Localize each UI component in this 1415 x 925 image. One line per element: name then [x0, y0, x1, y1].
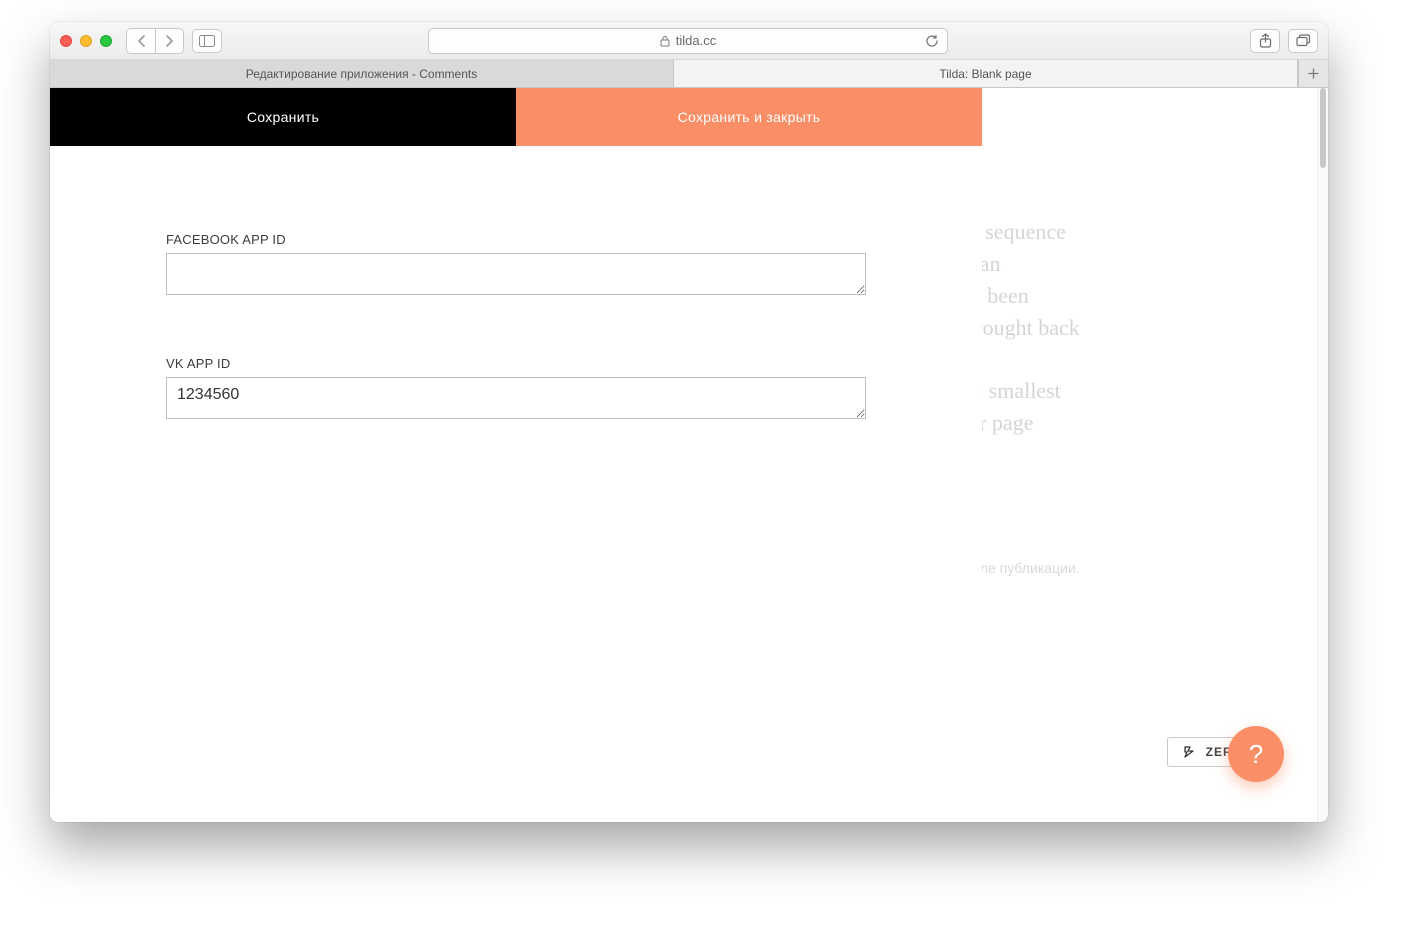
chevron-left-icon [137, 35, 146, 47]
facebook-app-id-label: FACEBOOK APP ID [166, 232, 866, 247]
page-viewport: Book design is the art of incorporating … [50, 88, 1328, 822]
titlebar: tilda.cc [50, 22, 1328, 60]
save-button[interactable]: Сохранить [50, 88, 516, 146]
share-icon [1259, 33, 1272, 48]
tab-1[interactable]: Tilda: Blank page [674, 60, 1298, 87]
chevron-right-icon [165, 35, 174, 47]
scrollbar[interactable] [1317, 88, 1328, 822]
reload-icon [925, 34, 939, 48]
panel-header: Сохранить Сохранить и закрыть [50, 88, 982, 146]
help-fab[interactable]: ? [1228, 726, 1284, 782]
tab-strip: Редактирование приложения - Comments Til… [50, 60, 1328, 88]
tab-label: Редактирование приложения - Comments [246, 67, 478, 81]
field-vk-app-id: VK APP ID [166, 356, 866, 424]
nav-back-forward [126, 28, 184, 54]
minimize-window-button[interactable] [80, 35, 92, 47]
settings-panel: Сохранить Сохранить и закрыть FACEBOOK A… [50, 88, 982, 822]
vk-app-id-label: VK APP ID [166, 356, 866, 371]
question-icon: ? [1249, 739, 1263, 770]
share-button[interactable] [1250, 29, 1280, 53]
tab-label: Tilda: Blank page [939, 67, 1031, 81]
field-facebook-app-id: FACEBOOK APP ID [166, 232, 866, 300]
plus-icon [1308, 68, 1319, 79]
sidebar-icon [199, 35, 215, 47]
address-bar[interactable]: tilda.cc [428, 28, 948, 54]
facebook-app-id-input[interactable] [166, 253, 866, 295]
zoom-window-button[interactable] [100, 35, 112, 47]
reload-button[interactable] [925, 34, 939, 48]
lock-icon [660, 35, 670, 47]
panel-body: FACEBOOK APP ID VK APP ID [50, 146, 982, 822]
browser-window: tilda.cc Редактирование приложения - Com… [50, 22, 1328, 822]
show-tabs-button[interactable] [1288, 29, 1318, 53]
tab-0[interactable]: Редактирование приложения - Comments [50, 60, 674, 87]
sidebar-toggle-button[interactable] [192, 29, 222, 53]
close-window-button[interactable] [60, 35, 72, 47]
new-tab-button[interactable] [1298, 60, 1328, 87]
forward-button[interactable] [155, 29, 183, 53]
url-host: tilda.cc [676, 33, 716, 48]
scrollbar-thumb[interactable] [1320, 88, 1326, 168]
window-controls [60, 35, 112, 47]
vk-app-id-input[interactable] [166, 377, 866, 419]
bolt-icon [1182, 745, 1198, 759]
tabs-icon [1296, 34, 1311, 47]
save-and-close-button[interactable]: Сохранить и закрыть [516, 88, 982, 146]
back-button[interactable] [127, 29, 155, 53]
